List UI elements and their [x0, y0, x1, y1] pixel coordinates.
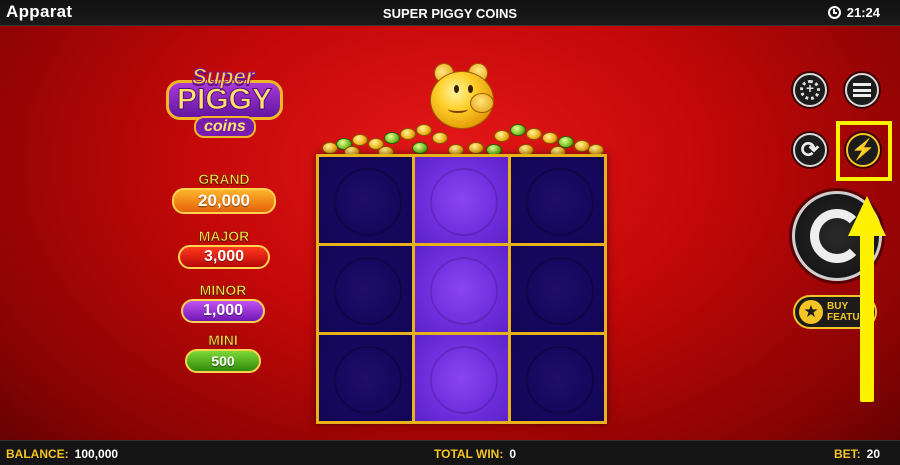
menu-button[interactable] [845, 73, 879, 107]
jackpot-major: MAJOR 3,000 [178, 228, 270, 269]
pig-eye [468, 85, 473, 93]
game-logo: PIGGY Super coins [162, 64, 284, 138]
jackpot-minor-value: 1,000 [181, 299, 265, 323]
jackpot-minor-label: MINOR [199, 282, 247, 298]
pig-mouth [448, 105, 468, 113]
coin-decoration [400, 128, 416, 140]
annotation-arrow-shaft [860, 232, 874, 402]
jackpot-grand-value: 20,000 [172, 188, 276, 214]
jackpot-grand: GRAND 20,000 [172, 171, 276, 214]
clock: 21:24 [827, 5, 880, 20]
balance-display: BALANCE: 100,000 [6, 447, 118, 461]
total-win-label: TOTAL WIN: [434, 447, 504, 461]
annotation-highlight-box [836, 121, 892, 181]
reel-cell [319, 246, 412, 332]
logo-coins-text: coins [194, 116, 256, 138]
logo-super-text: Super [191, 64, 255, 90]
reel-cell [319, 335, 412, 421]
bet-chip-button[interactable] [793, 73, 827, 107]
reel-grid [316, 154, 607, 424]
reel-cell-highlighted [415, 335, 508, 421]
golden-pig-icon [426, 59, 498, 133]
hamburger-icon [853, 83, 871, 97]
coin-decoration [412, 142, 428, 154]
bet-label: BET: [833, 447, 861, 461]
pig-eye [454, 85, 459, 93]
coin-decoration [432, 132, 448, 144]
bet-value: 20 [866, 447, 880, 461]
buy-feature-line1: BUY [827, 301, 849, 312]
clock-icon [827, 6, 841, 19]
top-bar: Apparat SUPER PIGGY COINS 21:24 [0, 0, 900, 26]
coin-decoration [526, 128, 542, 140]
star-icon: ★ [799, 300, 823, 324]
balance-value: 100,000 [74, 447, 119, 461]
total-win-value: 0 [509, 447, 517, 461]
jackpot-mini-value: 500 [185, 349, 261, 373]
bet-display: BET: 20 [834, 447, 880, 461]
jackpot-minor: MINOR 1,000 [181, 282, 265, 323]
reel-cell [319, 157, 412, 243]
clock-time: 21:24 [846, 5, 880, 20]
jackpot-major-label: MAJOR [198, 228, 250, 244]
reel-cell [511, 157, 604, 243]
coin-decoration [384, 132, 400, 144]
game-title: SUPER PIGGY COINS [382, 6, 518, 21]
reel-cell-highlighted [415, 246, 508, 332]
reel-cell-highlighted [415, 157, 508, 243]
coin-decoration [542, 132, 558, 144]
coin-decoration [352, 134, 368, 146]
total-win-display: TOTAL WIN: 0 [434, 447, 516, 461]
chip-icon [800, 80, 820, 100]
jackpot-major-value: 3,000 [178, 245, 270, 269]
jackpot-mini: MINI 500 [185, 332, 261, 373]
reel-cell [511, 246, 604, 332]
coin-decoration [510, 124, 526, 136]
pig-snout [470, 93, 494, 113]
refresh-icon: ⟳ [800, 137, 820, 162]
balance-label: BALANCE: [6, 447, 69, 461]
coin-decoration [468, 142, 484, 154]
jackpot-mini-label: MINI [208, 332, 238, 348]
jackpot-grand-label: GRAND [198, 171, 250, 187]
autoplay-button[interactable]: ⟳ [793, 133, 827, 167]
reel-cell [511, 335, 604, 421]
annotation-arrow-head [848, 196, 886, 236]
bottom-bar: BALANCE: 100,000 TOTAL WIN: 0 BET: 20 [0, 440, 900, 465]
